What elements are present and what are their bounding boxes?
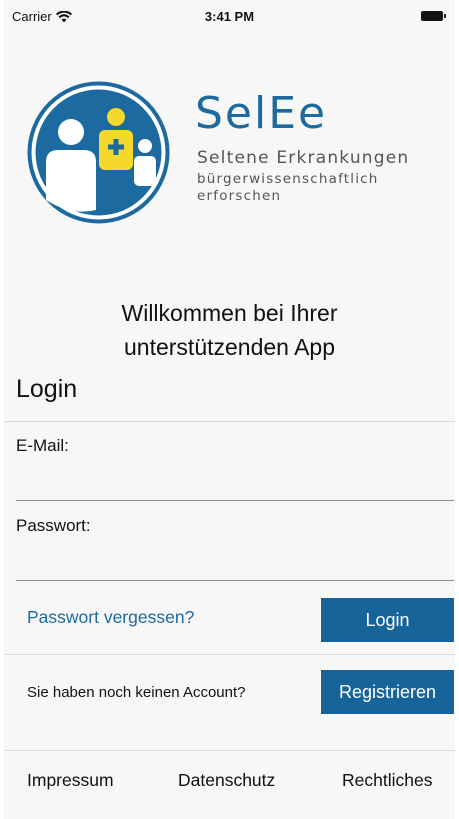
email-field[interactable]: [16, 465, 454, 501]
login-button[interactable]: Login: [321, 598, 454, 642]
divider-middle: [4, 654, 455, 655]
forgot-password-link[interactable]: Passwort vergessen?: [27, 607, 194, 628]
impressum-link[interactable]: Impressum: [27, 770, 114, 791]
rechtliches-link[interactable]: Rechtliches: [342, 770, 432, 791]
battery-icon: [421, 11, 446, 21]
welcome-line-2: unterstützenden App: [124, 334, 335, 360]
status-time: 3:41 PM: [204, 9, 255, 24]
status-bar: Carrier 3:41 PM: [4, 0, 455, 34]
brand-tagline-2: bürgerwissenschaftlich: [197, 171, 379, 187]
brand-name: SelEe: [195, 88, 328, 139]
welcome-line-1: Willkommen bei Ihrer: [121, 300, 338, 326]
register-button[interactable]: Registrieren: [321, 670, 454, 714]
brand-tagline-3: erforschen: [197, 188, 282, 204]
email-label: E-Mail:: [16, 436, 69, 455]
password-field[interactable]: [16, 545, 454, 581]
no-account-text: Sie haben noch keinen Account?: [27, 684, 246, 701]
login-screen: Carrier 3:41 PM SelEe Seltene Erkrankung…: [4, 0, 455, 819]
divider-top: [4, 421, 455, 422]
selee-logo: [27, 81, 170, 224]
login-title: Login: [16, 375, 78, 403]
brand-tagline-1: Seltene Erkrankungen: [197, 148, 410, 168]
datenschutz-link[interactable]: Datenschutz: [178, 770, 275, 791]
password-label: Passwort:: [16, 516, 91, 535]
divider-bottom: [4, 750, 455, 751]
